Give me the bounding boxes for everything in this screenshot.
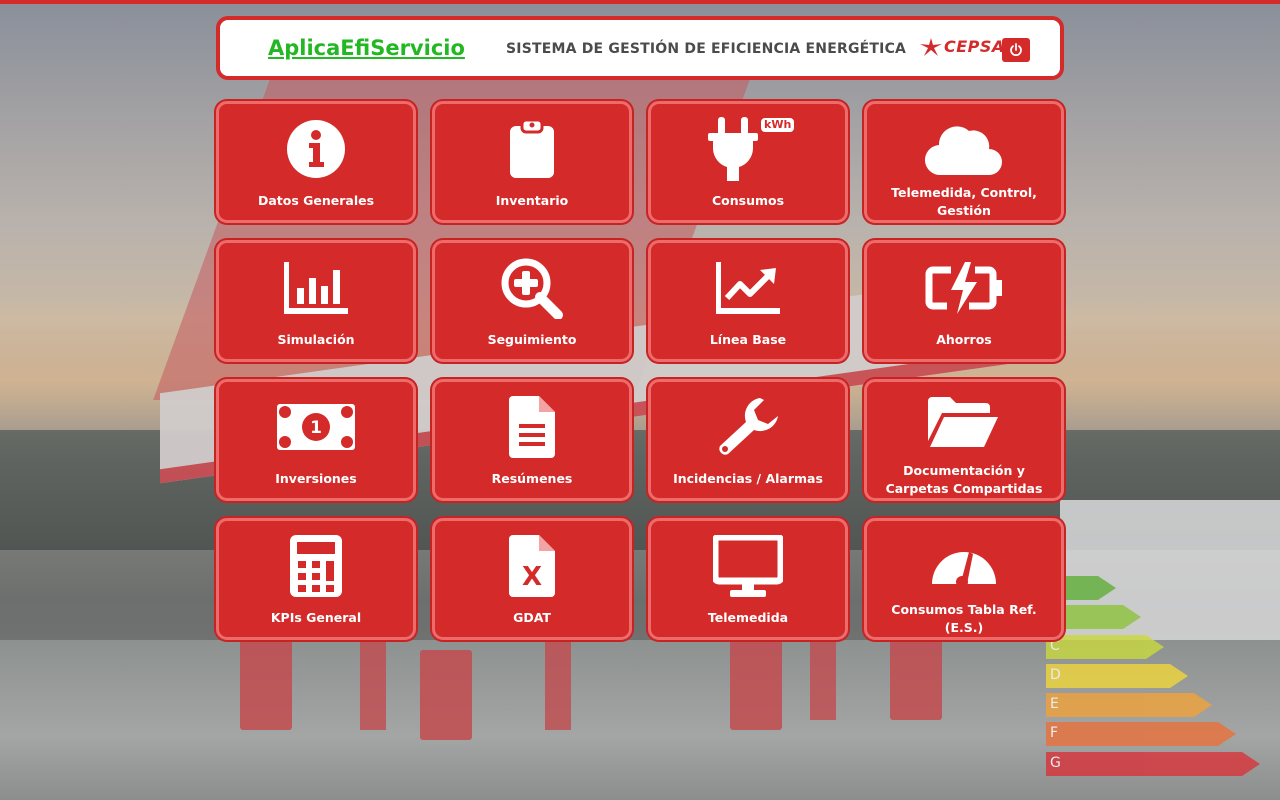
cepsa-logo: CEPSA (920, 37, 1005, 56)
tile-consumos[interactable]: kWh Consumos (648, 101, 848, 223)
money-bill-digit: 1 (310, 418, 322, 438)
calculator-icon (219, 533, 413, 599)
energy-label-f: F (1050, 725, 1059, 741)
tile-label: Seguimiento (487, 332, 577, 347)
fuel-pump (730, 640, 782, 730)
excel-x-letter: X (522, 562, 542, 592)
energy-label-e: E (1050, 696, 1059, 712)
fuel-pump (240, 640, 292, 730)
tile-label: Inventario (495, 193, 569, 208)
search-plus-icon (435, 255, 629, 321)
power-icon (1010, 43, 1022, 57)
fuel-pump (420, 650, 472, 740)
tile-label: Consumos (711, 193, 785, 208)
tile-resumenes[interactable]: Resúmenes (432, 379, 632, 501)
energy-bar-c: C (1046, 635, 1164, 659)
system-subtitle: SISTEMA DE GESTIÓN DE EFICIENCIA ENERGÉT… (506, 41, 907, 57)
tile-gdat[interactable]: X GDAT (432, 518, 632, 640)
background-gas-station-scene: C D E F G (0, 0, 1280, 800)
energy-label-c: C (1050, 638, 1060, 654)
tile-label: Resúmenes (491, 471, 573, 486)
tile-label: GDAT (513, 610, 551, 625)
app-header: AplicaEfiServicio SISTEMA DE GESTIÓN DE … (216, 16, 1064, 80)
energy-bar-d: D (1046, 664, 1188, 688)
tile-label: Telemedida (707, 610, 789, 625)
gauge-icon (867, 533, 1061, 599)
cloud-icon (867, 116, 1061, 182)
tile-incidencias-alarmas[interactable]: Incidencias / Alarmas (648, 379, 848, 501)
tile-label: Datos Generales (257, 193, 375, 208)
tile-telemedida-control-gestion[interactable]: Telemedida, Control, Gestión (864, 101, 1064, 223)
tile-simulacion[interactable]: Simulación (216, 240, 416, 362)
energy-bar-f: F (1046, 722, 1236, 746)
tile-label: Consumos Tabla Ref. (E.S.) (891, 602, 1037, 635)
tile-label: Simulación (277, 332, 355, 347)
tile-kpis-general[interactable]: KPIs General (216, 518, 416, 640)
energy-bar-g: G (1046, 752, 1260, 776)
bar-chart-icon (219, 255, 413, 321)
tile-ahorros[interactable]: Ahorros (864, 240, 1064, 362)
tile-documentacion-carpetas[interactable]: Documentación y Carpetas Compartidas (864, 379, 1064, 501)
fuel-pump (890, 630, 942, 720)
monitor-icon (651, 533, 845, 599)
tile-telemedida[interactable]: Telemedida (648, 518, 848, 640)
tile-label: Incidencias / Alarmas (673, 471, 823, 486)
tile-datos-generales[interactable]: Datos Generales (216, 101, 416, 223)
tile-seguimiento[interactable]: Seguimiento (432, 240, 632, 362)
tile-label: Ahorros (936, 332, 992, 347)
plug-icon (651, 116, 845, 182)
cepsa-star-icon (920, 37, 942, 56)
tile-consumos-tabla-ref[interactable]: Consumos Tabla Ref. (E.S.) (864, 518, 1064, 640)
tile-label: Línea Base (709, 332, 787, 347)
app-title-link[interactable]: AplicaEfiServicio (268, 36, 465, 60)
folder-open-icon (867, 394, 1061, 460)
energy-label-d: D (1050, 667, 1061, 683)
document-icon (435, 394, 629, 460)
logout-power-button[interactable] (1002, 38, 1030, 62)
excel-file-icon: X (435, 533, 629, 599)
energy-bar-e: E (1046, 693, 1212, 717)
tile-label: Inversiones (275, 471, 357, 486)
energy-label-g: G (1050, 755, 1061, 771)
cepsa-logo-text: CEPSA (944, 37, 1005, 56)
tile-label: KPIs General (270, 610, 362, 625)
tile-linea-base[interactable]: Línea Base (648, 240, 848, 362)
kwh-badge: kWh (761, 118, 795, 132)
tile-label: Documentación y Carpetas Compartidas (885, 463, 1043, 496)
info-circle-icon (219, 116, 413, 182)
tile-label: Telemedida, Control, Gestión (891, 185, 1037, 218)
battery-charge-icon (867, 255, 1061, 321)
tile-inventario[interactable]: Inventario (432, 101, 632, 223)
clipboard-icon (435, 116, 629, 182)
tile-inversiones[interactable]: 1 Inversiones (216, 379, 416, 501)
money-bill-icon: 1 (219, 394, 413, 460)
wrench-icon (651, 394, 845, 460)
line-chart-icon (651, 255, 845, 321)
